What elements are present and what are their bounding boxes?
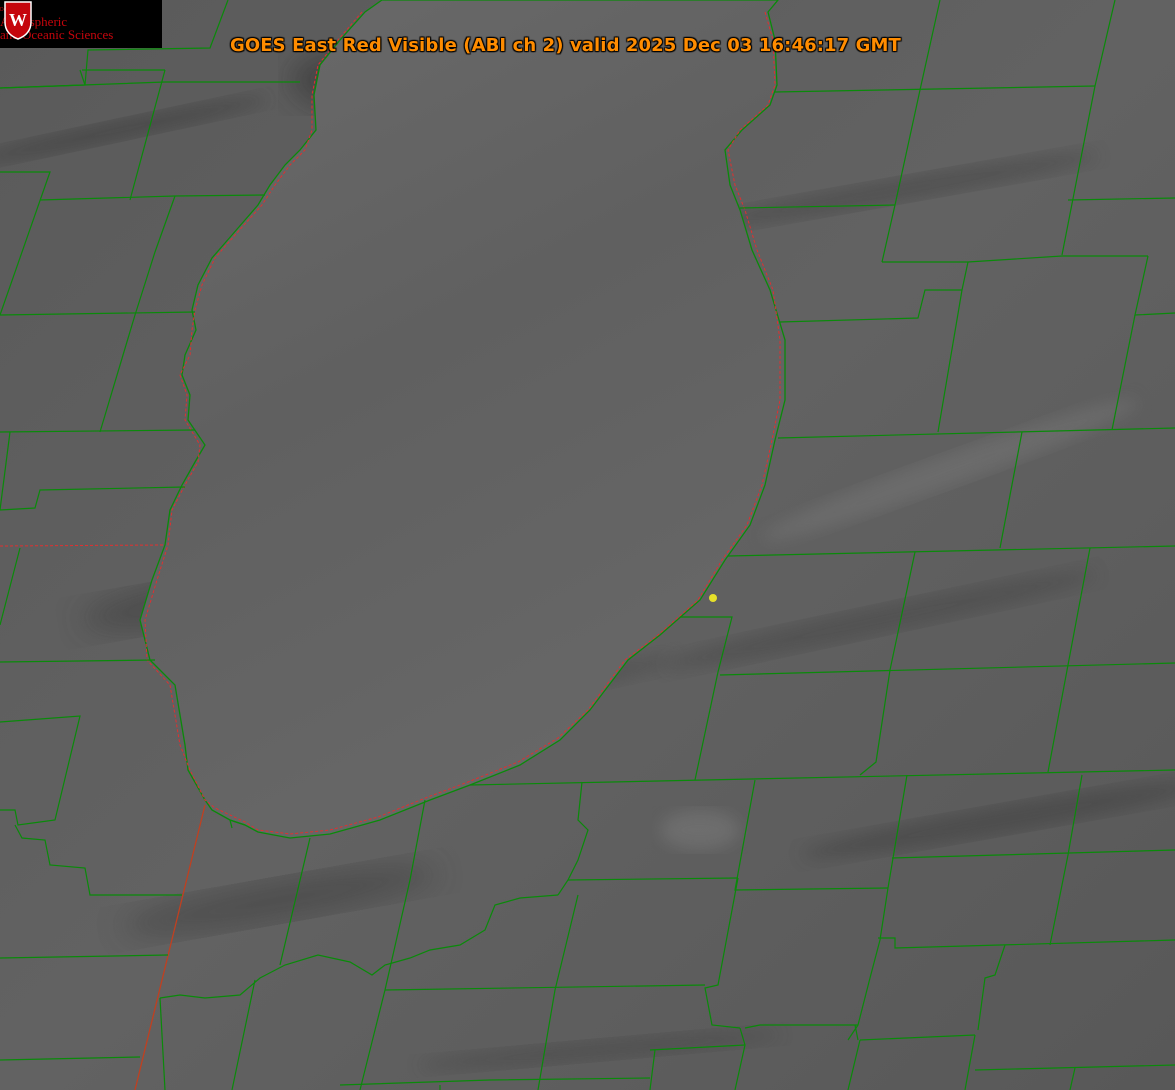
aos-logo: W Department of Atmospheric and Oceanic …	[0, 0, 162, 48]
image-title: GOES East Red Visible (ABI ch 2) valid 2…	[230, 35, 901, 56]
svg-text:W: W	[9, 10, 27, 30]
uw-crest-icon: W	[4, 1, 32, 40]
satellite-imagery	[0, 0, 1175, 1090]
satellite-map: W Department of Atmospheric and Oceanic …	[0, 0, 1175, 1090]
location-marker	[709, 594, 717, 602]
